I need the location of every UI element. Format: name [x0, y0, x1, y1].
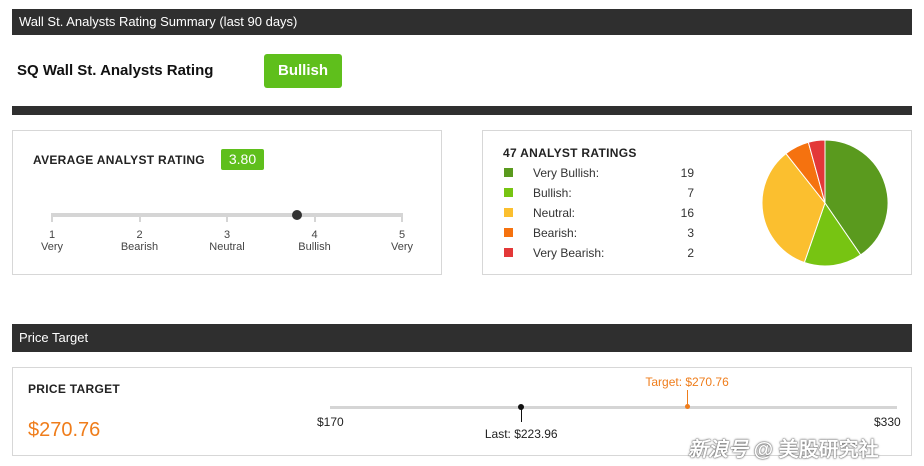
average-rating-title: AVERAGE ANALYST RATING [33, 153, 205, 167]
rating-marker [292, 210, 302, 220]
target-price-label: Target: $270.76 [645, 375, 729, 389]
rating-scale-label: Very [40, 241, 63, 253]
legend-label: Bullish: [533, 186, 572, 200]
rating-summary-header: Wall St. Analysts Rating Summary (last 9… [12, 9, 912, 35]
watermark-text: 美股研究社 [778, 439, 879, 461]
rating-scale-number: 5 [398, 229, 406, 241]
analyst-ratings-panel: 47 ANALYST RATINGS Very Bullish: 19 Bullis… [482, 130, 912, 275]
ratings-legend-row: Very Bearish: 2 [504, 243, 704, 263]
watermark-at-icon: @ [753, 439, 774, 461]
price-target-header: Price Target [12, 324, 912, 352]
rating-badge: Bullish [264, 54, 342, 88]
ratings-pie-chart [761, 139, 889, 267]
legend-label: Bearish: [533, 226, 578, 240]
legend-swatch [504, 168, 513, 177]
legend-count: 19 [680, 166, 694, 180]
average-rating-panel: AVERAGE ANALYST RATING 3.80 1 Very 2 Bearis… [12, 130, 442, 275]
legend-count: 16 [680, 206, 694, 220]
legend-label: Very Bullish: [533, 166, 600, 180]
last-price-label: Last: $223.96 [484, 427, 558, 441]
rating-scale-tick [401, 213, 403, 222]
rating-scale-label: Neutral [209, 241, 245, 253]
last-price-stem [521, 408, 523, 422]
rating-scale-number: 1 [48, 229, 56, 241]
section-divider [12, 106, 912, 115]
price-target-title: PRICE TARGET [28, 382, 121, 396]
legend-count: 3 [687, 226, 694, 240]
ratings-legend-row: Bullish: 7 [504, 183, 704, 203]
rating-title: SQ Wall St. Analysts Rating [17, 62, 214, 79]
ratings-legend: Very Bullish: 19 Bullish: 7 Neutral: 16 Bearis… [504, 163, 704, 263]
ratings-legend-row: Very Bullish: 19 [504, 163, 704, 183]
legend-label: Neutral: [533, 206, 576, 220]
price-target-value: $270.76 [28, 419, 101, 441]
legend-count: 2 [687, 246, 694, 260]
rating-scale-label: Bullish [298, 241, 331, 253]
rating-scale-tick [226, 213, 228, 222]
rating-scale-tick [313, 213, 316, 222]
rating-scale-tick [51, 213, 53, 222]
price-range-max: $330 [874, 415, 901, 429]
rating-scale-tick [138, 213, 141, 222]
ratings-legend-row: Neutral: 16 [504, 203, 704, 223]
price-range-track [330, 406, 897, 409]
ratings-legend-row: Bearish: 3 [504, 223, 704, 243]
rating-scale-number: 4 [311, 229, 318, 241]
legend-swatch [504, 188, 513, 197]
rating-scale-label: Bearish [120, 241, 159, 253]
legend-swatch [504, 228, 513, 237]
average-rating-value: 3.80 [221, 149, 264, 170]
legend-label: Very Bearish: [533, 246, 605, 260]
target-price-stem [687, 390, 689, 405]
rating-scale-number: 3 [223, 229, 231, 241]
rating-scale-label: Very [390, 241, 413, 253]
analyst-ratings-title: 47 ANALYST RATINGS [503, 146, 637, 160]
legend-swatch [504, 248, 513, 257]
rating-scale-number: 2 [136, 229, 143, 241]
legend-count: 7 [687, 186, 694, 200]
price-range-min: $170 [317, 415, 344, 429]
watermark: 新浪号 @ 美股研究社 [688, 433, 879, 462]
watermark-brand: 新浪号 [688, 439, 748, 461]
legend-swatch [504, 208, 513, 217]
